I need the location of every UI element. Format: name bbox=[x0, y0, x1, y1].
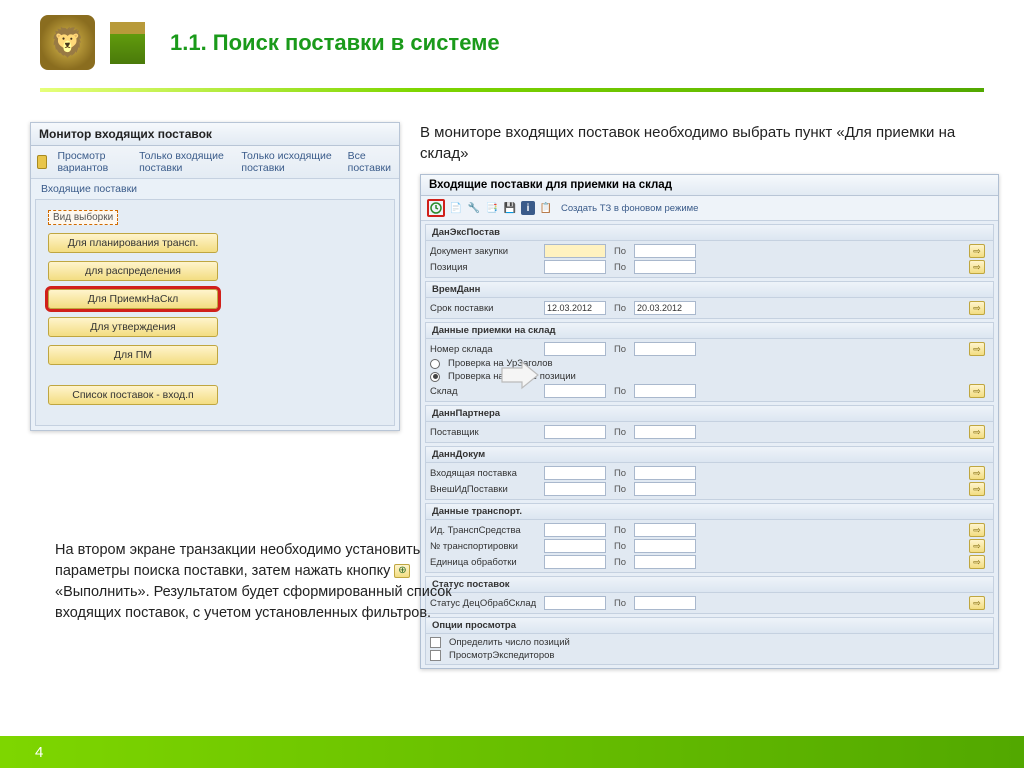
in-unit-from[interactable] bbox=[544, 555, 606, 569]
multi-select-icon[interactable]: ⇨ bbox=[969, 539, 985, 553]
crest-logo bbox=[40, 15, 95, 70]
in-warehouse-from[interactable] bbox=[544, 384, 606, 398]
in-delivery-from[interactable] bbox=[544, 301, 606, 315]
group-docdata-header: ДаннДокум bbox=[426, 447, 993, 463]
flow-arrow-icon bbox=[500, 360, 540, 390]
lbl-supplier: Поставщик bbox=[430, 427, 540, 438]
in-trans-no-to[interactable] bbox=[634, 539, 696, 553]
intro-text: В мониторе входящих поставок необходимо … bbox=[420, 122, 999, 164]
in-doc-purchase-from[interactable] bbox=[544, 244, 606, 258]
info-icon[interactable]: i bbox=[521, 201, 535, 215]
multi-select-icon[interactable]: ⇨ bbox=[969, 342, 985, 356]
instruction-note: На втором экране транзакции необходимо у… bbox=[55, 540, 475, 624]
radio-position-level[interactable] bbox=[430, 372, 440, 382]
toolbar-icon-5[interactable]: 📋 bbox=[539, 201, 553, 215]
group-wh-header: Данные приемки на склад bbox=[426, 323, 993, 339]
toolbar-icon-3[interactable]: 📑 bbox=[485, 201, 499, 215]
group-partner-header: ДаннПартнера bbox=[426, 406, 993, 422]
btn-approval[interactable]: Для утверждения bbox=[48, 317, 218, 337]
chk-view-expeditors[interactable] bbox=[430, 650, 441, 661]
group-transport-header: Данные транспорт. bbox=[426, 504, 993, 520]
in-trans-id-to[interactable] bbox=[634, 523, 696, 537]
in-warehouse-to[interactable] bbox=[634, 384, 696, 398]
multi-select-icon[interactable]: ⇨ bbox=[969, 466, 985, 480]
toolbar-all[interactable]: Все поставки bbox=[348, 150, 393, 174]
in-external-from[interactable] bbox=[544, 482, 606, 496]
lbl-trans-id: Ид. ТранспСредства bbox=[430, 525, 540, 536]
toolbar-view-variants[interactable]: Просмотр вариантов bbox=[57, 150, 129, 174]
chk-count-positions[interactable] bbox=[430, 637, 441, 648]
in-supplier-to[interactable] bbox=[634, 425, 696, 439]
lbl-incoming: Входящая поставка bbox=[430, 468, 540, 479]
lbl-delivery-date: Срок поставки bbox=[430, 303, 540, 314]
brand-square bbox=[110, 22, 145, 64]
multi-select-icon[interactable]: ⇨ bbox=[969, 244, 985, 258]
selection-window-title: Входящие поставки для приемки на склад bbox=[421, 175, 998, 196]
execute-inline-icon: ⊕ bbox=[394, 564, 410, 578]
group-status-header: Статус поставок bbox=[426, 577, 993, 593]
sep: По bbox=[610, 246, 630, 257]
monitor-toolbar: Просмотр вариантов Только входящие поста… bbox=[31, 146, 399, 179]
selection-type-label: Вид выборки bbox=[48, 210, 118, 225]
in-delivery-to[interactable] bbox=[634, 301, 696, 315]
toolbar-only-outgoing[interactable]: Только исходящие поставки bbox=[241, 150, 337, 174]
in-unit-to[interactable] bbox=[634, 555, 696, 569]
lbl-external: ВнешИдПоставки bbox=[430, 484, 540, 495]
btn-list[interactable]: Список поставок - вход.п bbox=[48, 385, 218, 405]
page-title: 1.1. Поиск поставки в системе bbox=[170, 30, 500, 56]
selection-window: Входящие поставки для приемки на склад 📄… bbox=[420, 174, 999, 669]
multi-select-icon[interactable]: ⇨ bbox=[969, 596, 985, 610]
multi-select-icon[interactable]: ⇨ bbox=[969, 482, 985, 496]
btn-pm[interactable]: Для ПМ bbox=[48, 345, 218, 365]
lbl-count-positions: Определить число позиций bbox=[449, 637, 570, 648]
toolbar-icon-1[interactable]: 📄 bbox=[449, 201, 463, 215]
in-incoming-from[interactable] bbox=[544, 466, 606, 480]
lbl-wh-number: Номер склада bbox=[430, 344, 540, 355]
in-incoming-to[interactable] bbox=[634, 466, 696, 480]
in-status-from[interactable] bbox=[544, 596, 606, 610]
toolbar-create-bg[interactable]: Создать ТЗ в фоновом режиме bbox=[561, 203, 698, 214]
multi-select-icon[interactable]: ⇨ bbox=[969, 260, 985, 274]
multi-select-icon[interactable]: ⇨ bbox=[969, 425, 985, 439]
btn-distribution[interactable]: для распределения bbox=[48, 261, 218, 281]
multi-select-icon[interactable]: ⇨ bbox=[969, 523, 985, 537]
page-number: 4 bbox=[35, 744, 43, 761]
in-trans-no-from[interactable] bbox=[544, 539, 606, 553]
in-wh-number-from[interactable] bbox=[544, 342, 606, 356]
in-position-to[interactable] bbox=[634, 260, 696, 274]
in-external-to[interactable] bbox=[634, 482, 696, 496]
in-supplier-from[interactable] bbox=[544, 425, 606, 439]
toolbar-icon-2[interactable]: 🔧 bbox=[467, 201, 481, 215]
lbl-view-expeditors: ПросмотрЭкспедиторов bbox=[449, 650, 554, 661]
btn-planning[interactable]: Для планирования трансп. bbox=[48, 233, 218, 253]
group-view-header: Опции просмотра bbox=[426, 618, 993, 634]
frame-label: Входящие поставки bbox=[31, 179, 399, 195]
lbl-position: Позиция bbox=[430, 262, 540, 273]
in-trans-id-from[interactable] bbox=[544, 523, 606, 537]
in-doc-purchase-to[interactable] bbox=[634, 244, 696, 258]
multi-select-icon[interactable]: ⇨ bbox=[969, 555, 985, 569]
in-position-from[interactable] bbox=[544, 260, 606, 274]
lbl-doc-purchase: Документ закупки bbox=[430, 246, 540, 257]
btn-receiving[interactable]: Для ПриемкНаСкл bbox=[48, 289, 218, 309]
monitor-window-title: Монитор входящих поставок bbox=[31, 123, 399, 146]
multi-select-icon[interactable]: ⇨ bbox=[969, 301, 985, 315]
in-status-to[interactable] bbox=[634, 596, 696, 610]
execute-icon[interactable] bbox=[427, 199, 445, 217]
group-time-header: ВремДанн bbox=[426, 282, 993, 298]
group-doc-header: ДанЭксПостав bbox=[426, 225, 993, 241]
monitor-window: Монитор входящих поставок Просмотр вариа… bbox=[30, 122, 400, 431]
slide-footer: 4 bbox=[0, 736, 1024, 768]
toolbar-icon-4[interactable]: 💾 bbox=[503, 201, 517, 215]
toolbar-only-incoming[interactable]: Только входящие поставки bbox=[139, 150, 231, 174]
multi-select-icon[interactable]: ⇨ bbox=[969, 384, 985, 398]
in-wh-number-to[interactable] bbox=[634, 342, 696, 356]
radio-header-level[interactable] bbox=[430, 359, 440, 369]
toolbar-icon[interactable] bbox=[37, 155, 47, 169]
